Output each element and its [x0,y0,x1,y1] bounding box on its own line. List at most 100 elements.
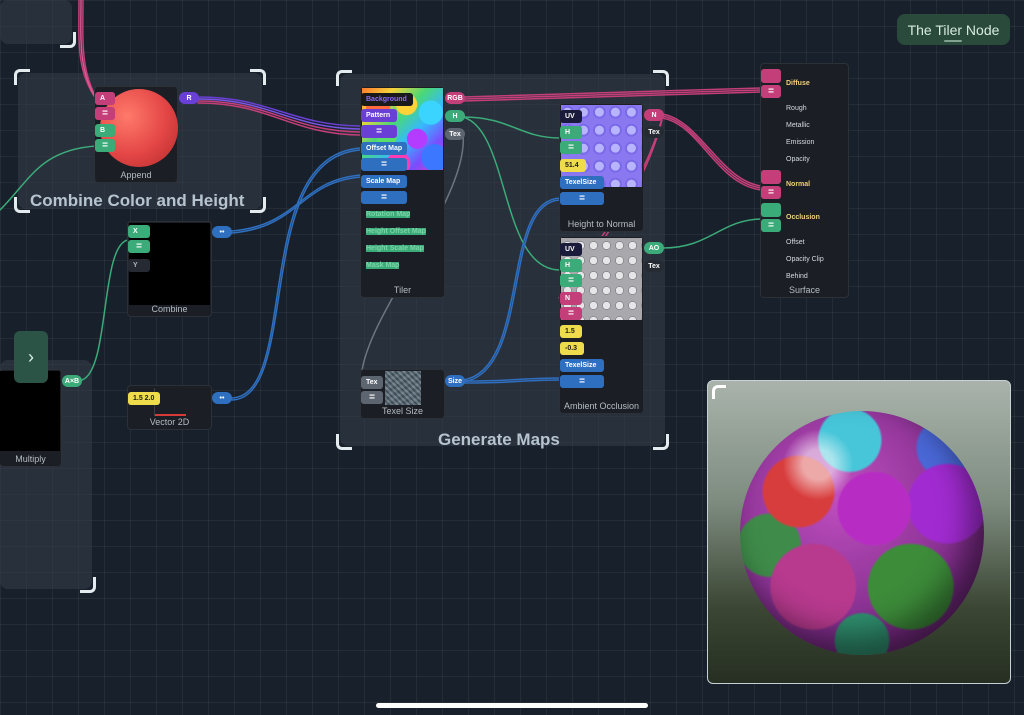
input-h[interactable]: H [560,126,582,139]
input-scale-map-connector[interactable]: = [361,191,407,204]
node-ambient-occlusion[interactable]: UV H = N = 1.5 -0.3 TexelSize = Ambient … [559,236,644,414]
output-tex[interactable]: Tex [445,128,465,140]
input-bias[interactable]: -0.3 [560,342,584,355]
expand-sidebar-button[interactable]: › [14,331,48,383]
node-title: Append [120,170,152,180]
input-diffuse-connector[interactable]: = [761,85,781,98]
input-texelsize[interactable]: TexelSize [560,359,604,372]
input-offset-map-connector[interactable]: = [361,158,407,171]
input-opacity-clip[interactable]: Opacity Clip [786,256,824,263]
input-y[interactable]: Y [128,259,150,272]
input-occlusion-swatch[interactable] [761,203,781,217]
node-height-to-normal[interactable]: UV H = 51.4 TexelSize = Height to Normal [559,103,644,232]
input-offset[interactable]: Offset [786,239,805,246]
node-combine[interactable]: X = Y Combine [127,221,212,317]
group-title: Combine Color and Height [30,191,245,210]
input-height-scale-map[interactable]: Height Scale Map [366,245,424,252]
input-pattern-connector[interactable]: = [361,125,397,138]
group-corner [336,70,352,86]
node-append[interactable]: A = B = Append [94,86,178,183]
input-h-connector[interactable]: = [560,141,582,154]
input-behind[interactable]: Behind [786,273,808,280]
input-normal-connector[interactable]: = [761,186,781,199]
input-tex-connector[interactable]: = [361,391,383,404]
input-uv[interactable]: UV [560,110,582,123]
input-normal-swatch[interactable] [761,170,781,184]
group-corner [653,434,669,450]
group-corner [80,577,96,593]
group-title: Generate Maps [438,430,560,449]
node-title: Surface [788,285,821,295]
group-corner [14,197,30,213]
node-vector-2d[interactable]: 1.5 2.0 Vector 2D [127,385,212,430]
input-x-connector[interactable]: = [128,240,150,253]
wire-normal-to-surface [661,113,762,187]
node-title: Combine [151,304,188,314]
node-tiler[interactable]: Background Pattern = Offset Map = Scale … [360,86,445,298]
output-size[interactable]: Size [445,375,465,387]
output-n[interactable]: N [644,109,664,121]
input-occlusion[interactable]: Occlusion [786,214,820,221]
output-tex[interactable]: Tex [644,260,664,272]
input-diffuse-swatch[interactable] [761,69,781,83]
input-b[interactable]: B [95,124,115,137]
texel-preview [385,371,421,405]
node-surface[interactable]: Diffuse = Rough Metallic Emission Opacit… [760,63,849,298]
output-r[interactable]: R [179,92,199,104]
input-rotation-map[interactable]: Rotation Map [366,211,411,218]
input-texelsize-connector[interactable]: = [560,375,604,388]
group-corner [250,197,266,213]
vector-preview-bar [154,414,186,416]
output-vector[interactable]: •• [212,392,232,404]
group-corner [336,434,352,450]
output-h[interactable]: H [445,110,465,122]
input-diffuse[interactable]: Diffuse [786,80,810,87]
input-texelsize-connector[interactable]: = [560,192,604,205]
input-emission[interactable]: Emission [786,139,814,146]
node-multiply[interactable]: Multiply [0,369,62,467]
vector-value[interactable]: 1.5 2.0 [128,392,160,405]
input-rough[interactable]: Rough [786,105,807,112]
output-product[interactable]: A×B [62,375,82,387]
input-h-connector[interactable]: = [560,274,582,287]
input-h[interactable]: H [560,259,582,272]
home-indicator[interactable] [376,703,648,708]
input-n-connector[interactable]: = [560,307,582,320]
node-title: Tiler [393,285,412,295]
input-normal[interactable]: Normal [786,181,810,188]
input-opacity[interactable]: Opacity [786,156,810,163]
input-offset-map[interactable]: Offset Map [361,142,407,155]
input-radius[interactable]: 1.5 [560,325,582,338]
input-n[interactable]: N [560,292,582,305]
output-rgb[interactable]: RGB [445,92,465,104]
input-b-connector[interactable]: = [95,139,115,152]
output-tex[interactable]: Tex [644,126,664,138]
output-ao[interactable]: AO [644,242,664,254]
preview-corner [712,385,726,399]
preview-panel[interactable] [707,380,1011,684]
node-title: Multiply [15,454,46,464]
node-texel-size[interactable]: Tex = Texel Size [360,369,445,419]
input-pattern[interactable]: Pattern [361,109,397,122]
input-background[interactable]: Background [361,93,413,106]
input-occlusion-connector[interactable]: = [761,219,781,232]
group-corner [60,32,76,48]
input-texelsize[interactable]: TexelSize [560,176,604,189]
node-title: Texel Size [381,406,424,416]
output-vector[interactable]: •• [212,226,232,238]
input-height-offset-map[interactable]: Height Offset Map [366,228,426,235]
tiler-node-badge[interactable]: The Tiler Node [897,14,1010,45]
input-strength[interactable]: 51.4 [560,159,586,172]
wire-ao-to-occlusion [662,218,762,249]
group-corner [250,69,266,85]
input-tex[interactable]: Tex [361,376,383,389]
group-corner [14,69,30,85]
input-a-connector[interactable]: = [95,107,115,120]
input-scale-map[interactable]: Scale Map [361,175,407,188]
input-a[interactable]: A [95,92,115,105]
group-corner [653,70,669,86]
input-mask-map[interactable]: Mask Map [366,262,400,269]
input-x[interactable]: X [128,225,150,238]
input-uv[interactable]: UV [560,243,582,256]
input-metallic[interactable]: Metallic [786,122,810,129]
